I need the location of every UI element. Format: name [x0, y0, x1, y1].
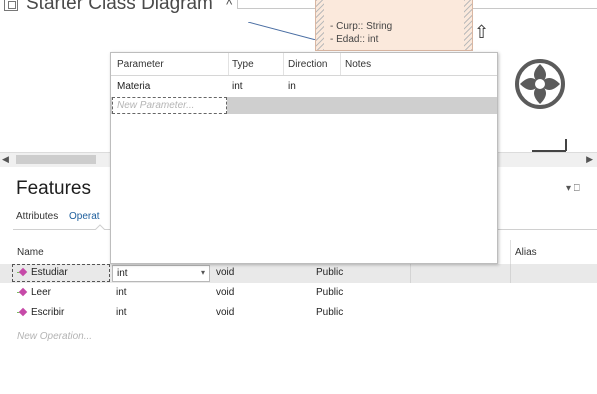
chevron-down-icon[interactable]: ▾ — [201, 268, 205, 277]
column-divider — [340, 53, 341, 75]
operation-type[interactable]: int — [116, 307, 127, 318]
class-attribute: - Edad:: int — [330, 34, 379, 45]
operation-return-type[interactable]: void — [216, 267, 234, 278]
panel-controls-icon[interactable]: ▾ ⎕ — [566, 183, 580, 194]
operation-name[interactable]: Estudiar — [31, 267, 68, 278]
parameter-type[interactable]: int — [232, 81, 243, 92]
tab-attributes[interactable]: Attributes — [16, 211, 58, 222]
type-dropdown[interactable]: int ▾ — [112, 265, 210, 282]
column-header-type[interactable]: Type — [232, 59, 254, 70]
scroll-left-icon[interactable]: ◀ — [2, 154, 9, 165]
class-border-hatch — [464, 0, 472, 50]
new-operation-placeholder[interactable]: New Operation... — [17, 331, 92, 342]
up-arrow-icon[interactable]: ⇧ — [474, 22, 489, 43]
column-divider — [283, 53, 284, 75]
column-divider — [510, 240, 511, 264]
diagram-title-bar: Starter Class Diagram ^ — [4, 0, 232, 15]
features-panel-title: Features — [16, 178, 91, 199]
diagram-icon — [4, 0, 18, 11]
operation-return-type[interactable]: void — [216, 287, 234, 298]
table-row[interactable]: Leer int void Public — [0, 284, 597, 303]
operation-scope[interactable]: Public — [316, 307, 343, 318]
operation-icon — [17, 268, 28, 277]
collapse-caret-icon[interactable]: ^ — [226, 0, 232, 12]
operation-name[interactable]: Escribir — [31, 307, 64, 318]
column-header-alias[interactable]: Alias — [515, 247, 537, 258]
column-header-notes[interactable]: Notes — [345, 59, 371, 70]
new-parameter-placeholder: New Parameter... — [117, 100, 195, 111]
enterprise-architect-logo-icon — [515, 59, 565, 109]
column-header-parameter[interactable]: Parameter — [117, 59, 164, 70]
type-dropdown-value: int — [117, 268, 128, 279]
tab-operations[interactable]: Operat — [69, 211, 100, 222]
scrollbar-thumb[interactable] — [16, 155, 96, 164]
parameter-name[interactable]: Materia — [117, 81, 150, 92]
column-header-name[interactable]: Name — [17, 247, 44, 258]
table-row[interactable]: Escribir int void Public — [0, 304, 597, 323]
parameter-row[interactable]: Materia int in — [111, 78, 497, 95]
parameters-table-header: Parameter Type Direction Notes — [111, 53, 497, 76]
parameters-popup[interactable]: Parameter Type Direction Notes Materia i… — [110, 52, 498, 264]
resize-handle-icon[interactable] — [530, 138, 568, 152]
new-parameter-row[interactable]: New Parameter... — [111, 97, 497, 114]
column-divider — [510, 264, 511, 283]
diagram-title: Starter Class Diagram — [26, 0, 213, 14]
table-row[interactable]: Estudiar void Public — [0, 264, 597, 283]
operation-icon — [17, 288, 28, 297]
class-element[interactable]: - Curp:: String - Edad:: int — [315, 0, 473, 51]
operation-icon — [17, 308, 28, 317]
operation-scope[interactable]: Public — [316, 287, 343, 298]
operation-type[interactable]: int — [116, 287, 127, 298]
column-divider — [410, 264, 411, 283]
scroll-right-icon[interactable]: ▶ — [586, 154, 593, 165]
parameter-direction[interactable]: in — [288, 81, 296, 92]
column-header-direction[interactable]: Direction — [288, 59, 327, 70]
class-border-hatch — [316, 0, 324, 50]
operation-return-type[interactable]: void — [216, 307, 234, 318]
active-tab-caret-icon — [95, 224, 105, 230]
class-attribute: - Curp:: String — [330, 21, 393, 32]
new-parameter-input[interactable]: New Parameter... — [112, 97, 227, 114]
column-divider — [228, 53, 229, 75]
operation-name[interactable]: Leer — [31, 287, 51, 298]
operation-scope[interactable]: Public — [316, 267, 343, 278]
